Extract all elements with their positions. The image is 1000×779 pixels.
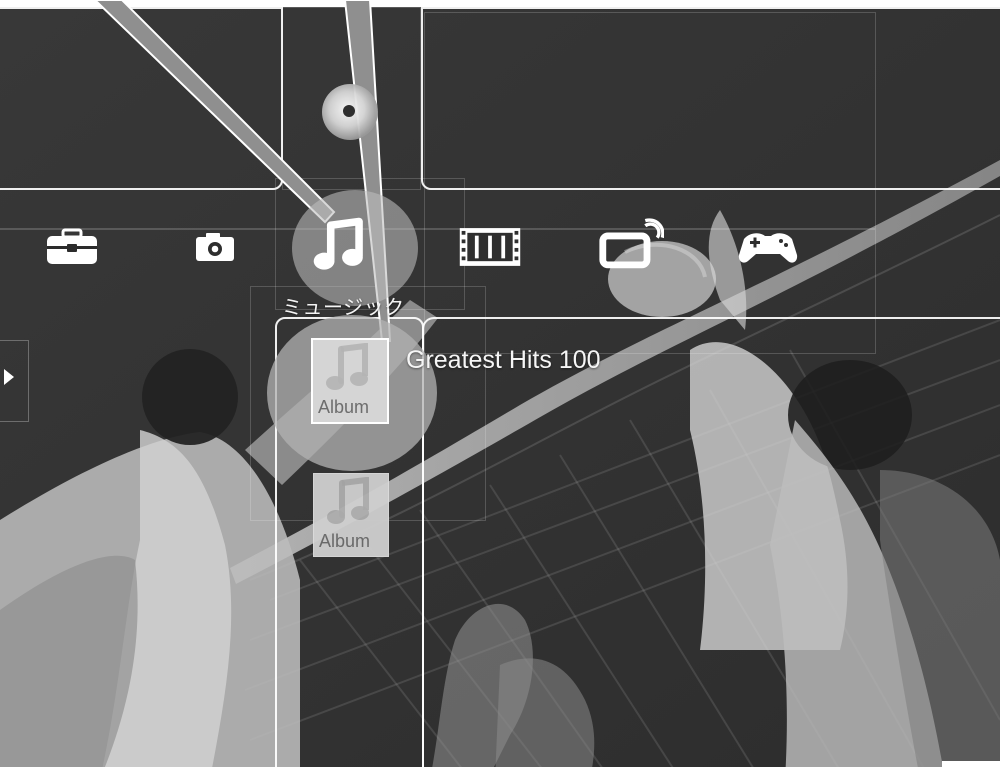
album-cover-text: Album (319, 531, 371, 551)
gamepad-icon[interactable] (734, 216, 802, 278)
disc-icon[interactable] (322, 84, 378, 140)
music-note-icon[interactable] (309, 216, 377, 278)
left-arrow-icon (4, 369, 14, 385)
right-guide-box (424, 12, 876, 354)
toolbox-icon[interactable] (38, 216, 106, 278)
tv-broadcast-icon[interactable] (596, 216, 664, 278)
top-left-frame (0, 7, 283, 190)
bottom-edge (0, 767, 1000, 779)
album-note-icon (327, 477, 369, 524)
album-title: Greatest Hits 100 (406, 346, 601, 374)
film-strip-icon[interactable] (456, 216, 524, 278)
xmb-screen: ミュージック Album Greatest Hits 100 Album (0, 0, 1000, 779)
camera-icon[interactable] (181, 216, 249, 278)
album-cover-text: Album (318, 397, 370, 417)
album-cover[interactable]: Album (313, 473, 389, 557)
right-bottom-frame (422, 317, 1000, 767)
album-cover-selected[interactable]: Album (311, 338, 389, 424)
album-note-icon (326, 343, 368, 390)
top-edge (0, 0, 1000, 7)
